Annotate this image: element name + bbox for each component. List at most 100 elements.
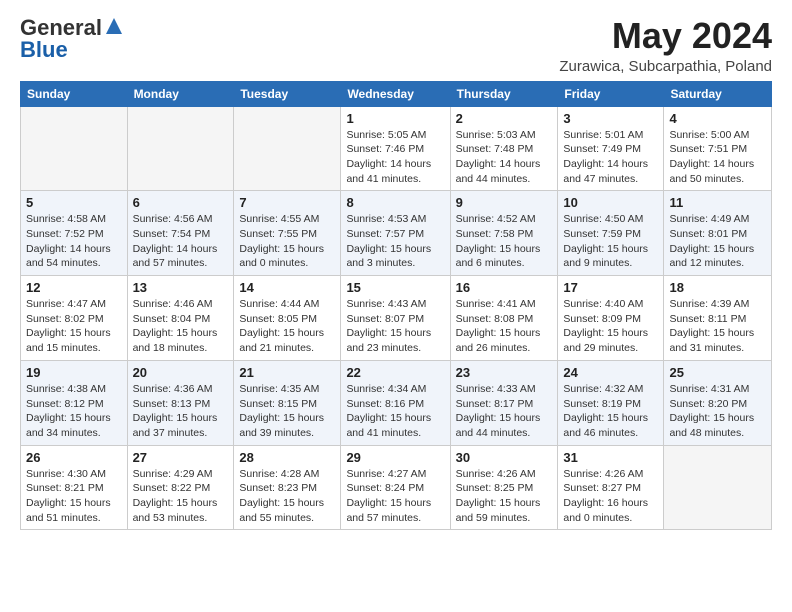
cell-info-text: Sunrise: 4:36 AM Sunset: 8:13 PM Dayligh… [133,382,229,441]
cell-info-text: Sunrise: 4:58 AM Sunset: 7:52 PM Dayligh… [26,212,122,271]
cell-info-text: Sunrise: 4:47 AM Sunset: 8:02 PM Dayligh… [26,297,122,356]
cell-info-text: Sunrise: 4:29 AM Sunset: 8:22 PM Dayligh… [133,467,229,526]
calendar-cell: 11 Sunrise: 4:49 AM Sunset: 8:01 PM Dayli… [664,191,772,276]
cell-day-number: 9 [456,195,553,210]
cell-info-text: Sunrise: 4:40 AM Sunset: 8:09 PM Dayligh… [563,297,658,356]
cell-info-text: Sunrise: 4:53 AM Sunset: 7:57 PM Dayligh… [346,212,444,271]
calendar-cell: 13 Sunrise: 4:46 AM Sunset: 8:04 PM Dayli… [127,276,234,361]
calendar-cell: 29 Sunrise: 4:27 AM Sunset: 8:24 PM Dayli… [341,445,450,530]
calendar-cell [21,106,128,191]
cell-day-number: 11 [669,195,766,210]
cell-info-text: Sunrise: 4:49 AM Sunset: 8:01 PM Dayligh… [669,212,766,271]
cell-day-number: 7 [239,195,335,210]
calendar-cell: 24 Sunrise: 4:32 AM Sunset: 8:19 PM Dayli… [558,360,664,445]
cell-day-number: 22 [346,365,444,380]
calendar-cell: 27 Sunrise: 4:29 AM Sunset: 8:22 PM Dayli… [127,445,234,530]
calendar-week-2: 5 Sunrise: 4:58 AM Sunset: 7:52 PM Daylig… [21,191,772,276]
cell-day-number: 29 [346,450,444,465]
title-month: May 2024 [559,16,772,56]
calendar-cell: 5 Sunrise: 4:58 AM Sunset: 7:52 PM Daylig… [21,191,128,276]
calendar-cell [664,445,772,530]
calendar-cell: 21Sunrise: 4:35 AM Sunset: 8:15 PM Dayli… [234,360,341,445]
cell-info-text: Sunrise: 4:30 AM Sunset: 8:21 PM Dayligh… [26,467,122,526]
calendar-cell: 19 Sunrise: 4:38 AM Sunset: 8:12 PM Dayli… [21,360,128,445]
calendar-cell: 7 Sunrise: 4:55 AM Sunset: 7:55 PM Daylig… [234,191,341,276]
cell-info-text: Sunrise: 4:41 AM Sunset: 8:08 PM Dayligh… [456,297,553,356]
calendar-cell: 14 Sunrise: 4:44 AM Sunset: 8:05 PM Dayli… [234,276,341,361]
cell-day-number: 24 [563,365,658,380]
calendar-cell [127,106,234,191]
calendar-cell: 16 Sunrise: 4:41 AM Sunset: 8:08 PM Dayli… [450,276,558,361]
cell-info-text: Sunrise: 4:28 AM Sunset: 8:23 PM Dayligh… [239,467,335,526]
calendar-cell: 17 Sunrise: 4:40 AM Sunset: 8:09 PM Dayli… [558,276,664,361]
page: General Blue May 2024 Zurawica, Subcarpa… [0,0,792,546]
cell-day-number: 15 [346,280,444,295]
header-monday: Monday [127,81,234,106]
calendar-cell: 23 Sunrise: 4:33 AM Sunset: 8:17 PM Dayli… [450,360,558,445]
cell-info-text: Sunrise: 4:31 AM Sunset: 8:20 PM Dayligh… [669,382,766,441]
calendar-week-1: 1Sunrise: 5:05 AM Sunset: 7:46 PM Daylig… [21,106,772,191]
cell-day-number: 30 [456,450,553,465]
logo: General Blue [20,16,124,62]
cell-day-number: 23 [456,365,553,380]
cell-day-number: 12 [26,280,122,295]
cell-day-number: 13 [133,280,229,295]
calendar-cell: 26 Sunrise: 4:30 AM Sunset: 8:21 PM Dayli… [21,445,128,530]
calendar-cell: 30 Sunrise: 4:26 AM Sunset: 8:25 PM Dayli… [450,445,558,530]
cell-info-text: Sunrise: 4:43 AM Sunset: 8:07 PM Dayligh… [346,297,444,356]
cell-day-number: 14 [239,280,335,295]
calendar-cell: 20 Sunrise: 4:36 AM Sunset: 8:13 PM Dayli… [127,360,234,445]
header: General Blue May 2024 Zurawica, Subcarpa… [20,16,772,75]
cell-day-number: 19 [26,365,122,380]
cell-info-text: Sunrise: 4:50 AM Sunset: 7:59 PM Dayligh… [563,212,658,271]
cell-info-text: Sunrise: 4:34 AM Sunset: 8:16 PM Dayligh… [346,382,444,441]
header-friday: Friday [558,81,664,106]
cell-day-number: 18 [669,280,766,295]
cell-day-number: 3 [563,111,658,126]
cell-day-number: 6 [133,195,229,210]
cell-day-number: 17 [563,280,658,295]
cell-info-text: Sunrise: 4:52 AM Sunset: 7:58 PM Dayligh… [456,212,553,271]
header-saturday: Saturday [664,81,772,106]
cell-info-text: Sunrise: 4:33 AM Sunset: 8:17 PM Dayligh… [456,382,553,441]
calendar-cell: 31Sunrise: 4:26 AM Sunset: 8:27 PM Dayli… [558,445,664,530]
calendar-cell: 18 Sunrise: 4:39 AM Sunset: 8:11 PM Dayli… [664,276,772,361]
cell-info-text: Sunrise: 4:38 AM Sunset: 8:12 PM Dayligh… [26,382,122,441]
calendar-cell: 1Sunrise: 5:05 AM Sunset: 7:46 PM Daylig… [341,106,450,191]
cell-info-text: Sunrise: 4:39 AM Sunset: 8:11 PM Dayligh… [669,297,766,356]
cell-info-text: Sunrise: 4:27 AM Sunset: 8:24 PM Dayligh… [346,467,444,526]
cell-day-number: 2 [456,111,553,126]
cell-info-text: Sunrise: 4:32 AM Sunset: 8:19 PM Dayligh… [563,382,658,441]
cell-day-number: 21 [239,365,335,380]
title-block: May 2024 Zurawica, Subcarpathia, Poland [559,16,772,75]
calendar-cell: 2Sunrise: 5:03 AM Sunset: 7:48 PM Daylig… [450,106,558,191]
cell-day-number: 8 [346,195,444,210]
cell-day-number: 16 [456,280,553,295]
cell-day-number: 10 [563,195,658,210]
cell-info-text: Sunrise: 5:05 AM Sunset: 7:46 PM Dayligh… [346,128,444,187]
calendar-cell: 3 Sunrise: 5:01 AM Sunset: 7:49 PM Daylig… [558,106,664,191]
cell-day-number: 5 [26,195,122,210]
calendar-table: Sunday Monday Tuesday Wednesday Thursday… [20,81,772,531]
calendar-cell: 8 Sunrise: 4:53 AM Sunset: 7:57 PM Daylig… [341,191,450,276]
cell-info-text: Sunrise: 5:00 AM Sunset: 7:51 PM Dayligh… [669,128,766,187]
cell-info-text: Sunrise: 4:55 AM Sunset: 7:55 PM Dayligh… [239,212,335,271]
cell-info-text: Sunrise: 4:56 AM Sunset: 7:54 PM Dayligh… [133,212,229,271]
cell-day-number: 20 [133,365,229,380]
calendar-cell: 22 Sunrise: 4:34 AM Sunset: 8:16 PM Dayli… [341,360,450,445]
cell-day-number: 27 [133,450,229,465]
cell-day-number: 4 [669,111,766,126]
calendar-cell: 9 Sunrise: 4:52 AM Sunset: 7:58 PM Daylig… [450,191,558,276]
cell-info-text: Sunrise: 4:44 AM Sunset: 8:05 PM Dayligh… [239,297,335,356]
header-wednesday: Wednesday [341,81,450,106]
calendar-cell [234,106,341,191]
cell-info-text: Sunrise: 4:46 AM Sunset: 8:04 PM Dayligh… [133,297,229,356]
calendar-cell: 12 Sunrise: 4:47 AM Sunset: 8:02 PM Dayli… [21,276,128,361]
cell-day-number: 25 [669,365,766,380]
header-tuesday: Tuesday [234,81,341,106]
cell-info-text: Sunrise: 4:26 AM Sunset: 8:25 PM Dayligh… [456,467,553,526]
cell-day-number: 26 [26,450,122,465]
cell-info-text: Sunrise: 5:01 AM Sunset: 7:49 PM Dayligh… [563,128,658,187]
calendar-week-4: 19 Sunrise: 4:38 AM Sunset: 8:12 PM Dayli… [21,360,772,445]
calendar-header-row: Sunday Monday Tuesday Wednesday Thursday… [21,81,772,106]
